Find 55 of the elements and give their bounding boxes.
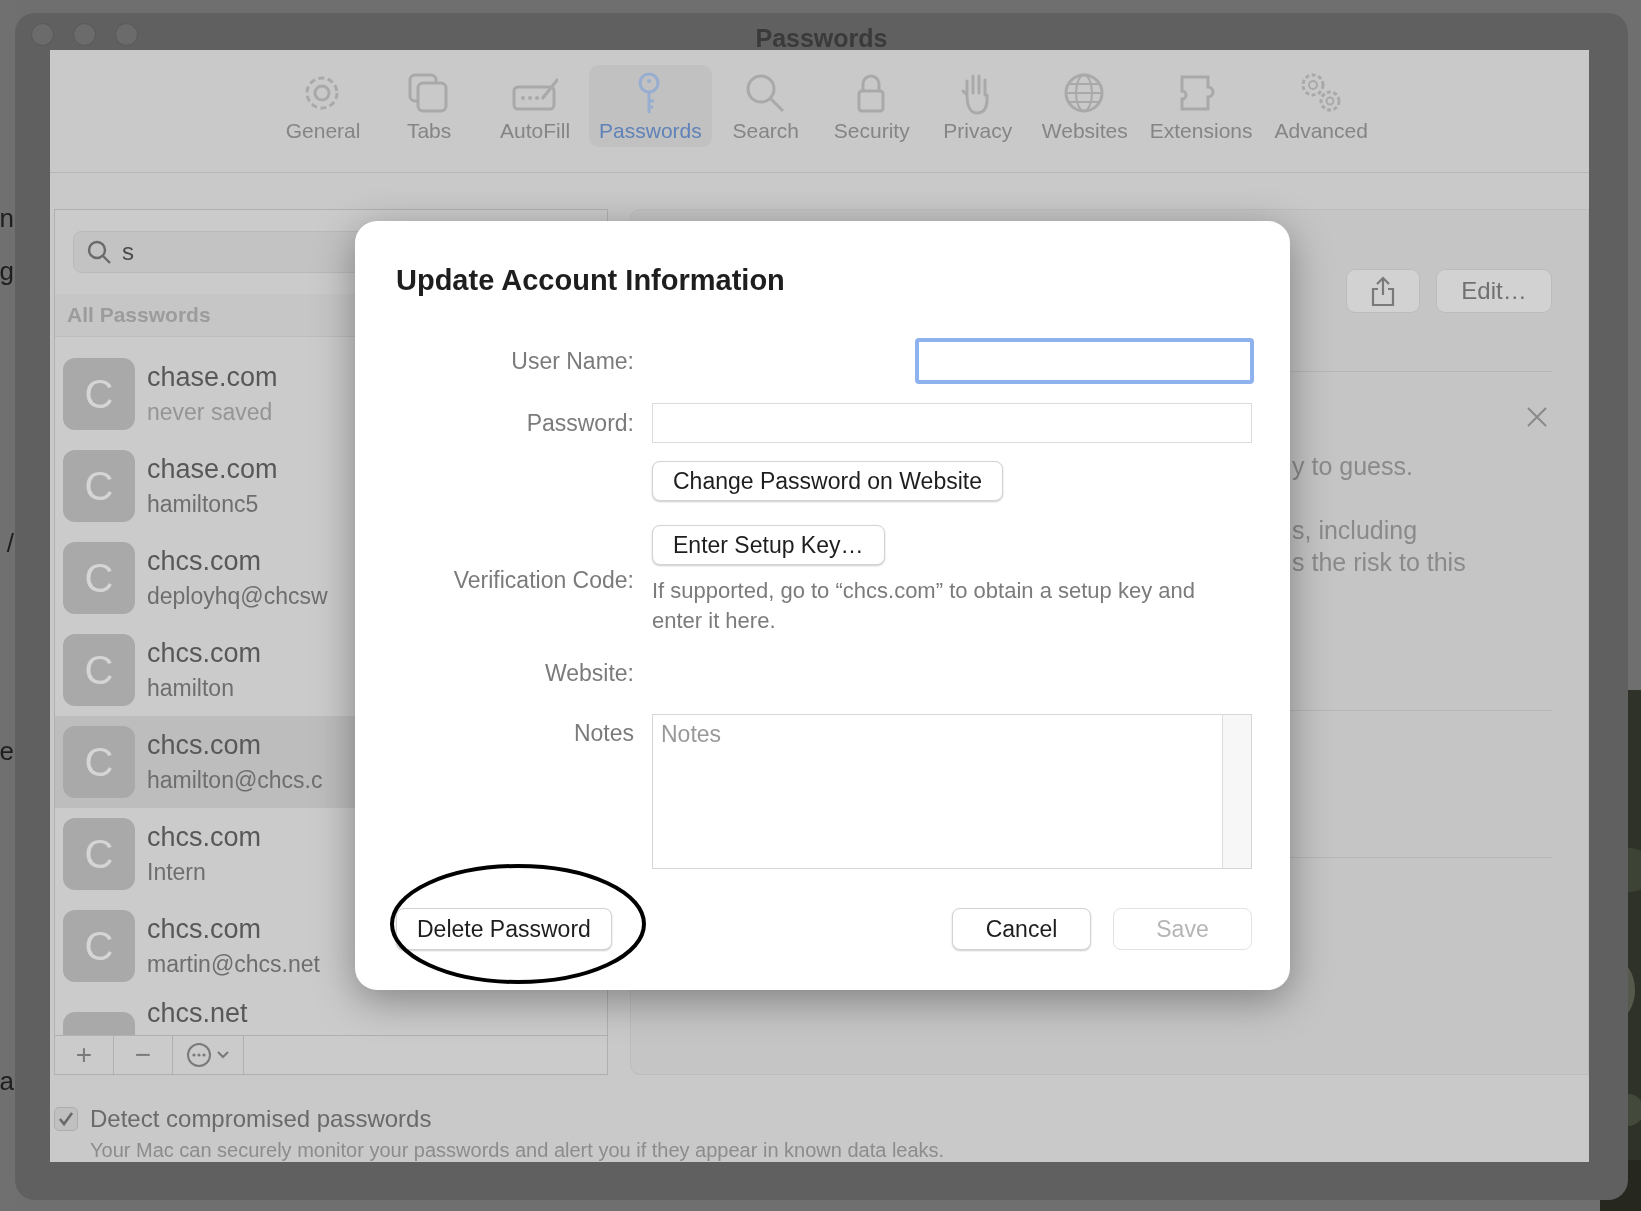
share-button[interactable] [1346, 269, 1420, 313]
checkmark-icon [57, 1110, 75, 1128]
checkbox[interactable] [54, 1107, 78, 1131]
cancel-button[interactable]: Cancel [952, 908, 1091, 950]
site-name: chcs.com [147, 730, 263, 761]
site-name: chase.com [147, 362, 278, 393]
site-name: chcs.com [147, 638, 262, 669]
toolbar-tab[interactable]: Advanced [1264, 65, 1378, 147]
toolbar-tab[interactable]: Extensions [1139, 65, 1263, 147]
description-text: Your Mac can securely monitor your passwords and alert you if they appear in known data leaks. [90, 1139, 946, 1162]
remove-button[interactable]: − [114, 1036, 173, 1074]
action-button[interactable]: Enter Setup Key… [652, 525, 885, 565]
toolbar-tab[interactable]: Privacy [925, 65, 1030, 147]
user-name: hamilton@chcs.c [147, 767, 323, 794]
toolbar-tab[interactable]: General [271, 65, 376, 147]
site-name: chcs.com [147, 546, 263, 577]
search-icon [86, 239, 112, 265]
toolbar-tab[interactable]: Websites [1031, 65, 1138, 147]
user-name: martin@chcs.net [147, 951, 320, 978]
user-name: hamiltonc5 [147, 491, 260, 518]
hint-text: If supported, go to “chcs.com” to obtain a setup key and enter it here. [652, 577, 1196, 635]
ellipsis-icon [186, 1042, 212, 1068]
input-field[interactable] [915, 338, 1254, 384]
checkbox-label: Detect compromised passwords [90, 1105, 432, 1133]
partial-text: a [0, 1068, 14, 1094]
toolbar-tab[interactable]: Security [819, 65, 924, 147]
toolbar-tab[interactable]: AutoFill [483, 65, 588, 147]
share-icon [1370, 275, 1396, 307]
site-name: chcs.com [147, 914, 263, 945]
field-label: Verification Code: [452, 567, 634, 594]
close-icon[interactable] [1526, 406, 1548, 428]
partial-text: n [0, 205, 14, 231]
delete-button[interactable]: Delete Password [396, 908, 612, 950]
toolbar-tab[interactable]: Search [713, 65, 818, 147]
partial-text: e [0, 738, 14, 764]
partial-text: / [6, 530, 14, 556]
partial-text: s, including [1292, 515, 1419, 546]
site-name: chase.com [147, 454, 278, 485]
site-name: chcs.net [147, 998, 248, 1029]
toolbar-tab[interactable]: Tabs [377, 65, 482, 147]
user-name: Intern [147, 859, 207, 886]
user-name: deployhq@chcsw [147, 583, 328, 610]
field-label: Website: [543, 659, 634, 687]
chevron-icon [216, 1050, 230, 1060]
user-name: hamilton [147, 675, 235, 702]
input-field[interactable] [652, 403, 1252, 443]
add-button[interactable]: + [55, 1036, 114, 1074]
field-label: User Name: [510, 347, 634, 375]
action-button[interactable]: Change Password on Website [652, 461, 1003, 501]
edit-button[interactable]: Edit… [1436, 269, 1552, 313]
toolbar-tab[interactable]: Passwords [589, 65, 712, 147]
field-label: Password: [525, 409, 634, 437]
password-list-item[interactable]: chcs.net [55, 992, 607, 1035]
partial-text: g [0, 258, 14, 284]
site-name: chcs.com [147, 822, 262, 853]
